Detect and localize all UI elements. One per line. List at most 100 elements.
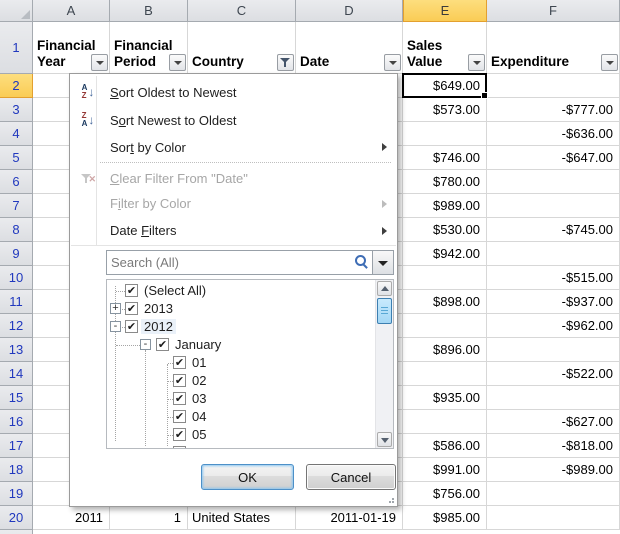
header-cell-financial-year[interactable]: Financial Year xyxy=(33,22,110,74)
column-header-d[interactable]: D xyxy=(296,0,403,22)
menu-item-date-filters[interactable]: Date Filters xyxy=(71,217,396,244)
tree-label-03[interactable]: 03 xyxy=(189,391,209,406)
row-header-2[interactable]: 2 xyxy=(0,74,33,98)
cell-f14[interactable]: -$522.00 xyxy=(487,362,620,386)
row-header-16[interactable]: 16 xyxy=(0,410,33,434)
cell-e10[interactable] xyxy=(403,266,487,290)
cell-f7[interactable] xyxy=(487,194,620,218)
cell-e11[interactable]: $898.00 xyxy=(403,290,487,314)
cell-e16[interactable] xyxy=(403,410,487,434)
cell-e3[interactable]: $573.00 xyxy=(403,98,487,122)
row-header-11[interactable]: 11 xyxy=(0,290,33,314)
row-header-19[interactable]: 19 xyxy=(0,482,33,506)
checkbox-06[interactable]: ✔ xyxy=(173,446,186,449)
checkbox-02[interactable]: ✔ xyxy=(173,374,186,387)
filter-button-expenditure[interactable] xyxy=(601,54,618,71)
checkbox-03[interactable]: ✔ xyxy=(173,392,186,405)
collapse-icon-2012[interactable]: - xyxy=(110,321,121,332)
search-dropdown-button[interactable] xyxy=(372,251,393,274)
column-header-b[interactable]: B xyxy=(110,0,188,22)
cell-e17[interactable]: $586.00 xyxy=(403,434,487,458)
header-cell-country[interactable]: Country xyxy=(188,22,296,74)
list-scrollbar[interactable] xyxy=(375,280,393,448)
menu-item-sort-newest-to-oldest[interactable]: ZA↓Sort Newest to Oldest xyxy=(71,106,396,134)
menu-item-sort-by-color[interactable]: Sort by Color xyxy=(71,134,396,160)
checkbox-05[interactable]: ✔ xyxy=(173,428,186,441)
cell-f2[interactable] xyxy=(487,74,620,98)
header-cell-financial-period[interactable]: Financial Period xyxy=(110,22,188,74)
row-header-9[interactable]: 9 xyxy=(0,242,33,266)
cell-f18[interactable]: -$989.00 xyxy=(487,458,620,482)
checkbox-select-all[interactable]: ✔ xyxy=(125,284,138,297)
row-header-12[interactable]: 12 xyxy=(0,314,33,338)
checkbox-2012[interactable]: ✔ xyxy=(125,320,138,333)
resize-grip[interactable] xyxy=(385,494,394,503)
row-header-15[interactable]: 15 xyxy=(0,386,33,410)
tree-label-2012[interactable]: 2012 xyxy=(141,319,176,334)
cell-b20[interactable]: 1 xyxy=(110,506,188,530)
header-cell-date[interactable]: Date xyxy=(296,22,403,74)
cell-f5[interactable]: -$647.00 xyxy=(487,146,620,170)
row-header-13[interactable]: 13 xyxy=(0,338,33,362)
scrollbar-thumb[interactable] xyxy=(377,298,392,324)
cell-f11[interactable]: -$937.00 xyxy=(487,290,620,314)
cell-f20[interactable] xyxy=(487,506,620,530)
row-header-17[interactable]: 17 xyxy=(0,434,33,458)
cell-e13[interactable]: $896.00 xyxy=(403,338,487,362)
tree-label-06[interactable]: 06 xyxy=(189,445,209,449)
cell-e18[interactable]: $991.00 xyxy=(403,458,487,482)
scroll-up-button[interactable] xyxy=(377,281,392,296)
cell-e4[interactable] xyxy=(403,122,487,146)
row-header-8[interactable]: 8 xyxy=(0,218,33,242)
cell-a20[interactable]: 2011 xyxy=(33,506,110,530)
cell-e12[interactable] xyxy=(403,314,487,338)
cell-e2[interactable]: $649.00 xyxy=(403,74,487,98)
row-header-4[interactable]: 4 xyxy=(0,122,33,146)
tree-label-02[interactable]: 02 xyxy=(189,373,209,388)
fill-handle[interactable] xyxy=(481,92,488,99)
row-header-14[interactable]: 14 xyxy=(0,362,33,386)
tree-label-2013[interactable]: 2013 xyxy=(141,301,176,316)
column-header-f[interactable]: F xyxy=(487,0,620,22)
cancel-button[interactable]: Cancel xyxy=(306,464,396,490)
column-header-c[interactable]: C xyxy=(188,0,296,22)
cell-f19[interactable] xyxy=(487,482,620,506)
cell-f13[interactable] xyxy=(487,338,620,362)
row-header-10[interactable]: 10 xyxy=(0,266,33,290)
menu-item-sort-oldest-to-newest[interactable]: AZ↓Sort Oldest to Newest xyxy=(71,78,396,106)
cell-e7[interactable]: $989.00 xyxy=(403,194,487,218)
row-header-20[interactable]: 20 xyxy=(0,506,33,530)
row-header-6[interactable]: 6 xyxy=(0,170,33,194)
cell-f16[interactable]: -$627.00 xyxy=(487,410,620,434)
cell-f6[interactable] xyxy=(487,170,620,194)
row-header-1[interactable]: 1 xyxy=(0,22,33,74)
checkbox-04[interactable]: ✔ xyxy=(173,410,186,423)
filter-button-country[interactable] xyxy=(277,54,294,71)
filter-button-financial-year[interactable] xyxy=(91,54,108,71)
cell-c20[interactable]: United States xyxy=(188,506,296,530)
cell-e20[interactable]: $985.00 xyxy=(403,506,487,530)
row-header-3[interactable]: 3 xyxy=(0,98,33,122)
ok-button[interactable]: OK xyxy=(201,464,294,490)
tree-label-04[interactable]: 04 xyxy=(189,409,209,424)
select-all-corner[interactable] xyxy=(0,0,33,22)
tree-label-05[interactable]: 05 xyxy=(189,427,209,442)
row-header-7[interactable]: 7 xyxy=(0,194,33,218)
cell-f17[interactable]: -$818.00 xyxy=(487,434,620,458)
expand-icon-2013[interactable]: + xyxy=(110,303,121,314)
cell-e15[interactable]: $935.00 xyxy=(403,386,487,410)
cell-d20[interactable]: 2011-01-19 xyxy=(296,506,403,530)
row-header-18[interactable]: 18 xyxy=(0,458,33,482)
tree-label-01[interactable]: 01 xyxy=(189,355,209,370)
tree-label-select-all[interactable]: (Select All) xyxy=(141,283,209,298)
cell-e9[interactable]: $942.00 xyxy=(403,242,487,266)
row-header-21[interactable] xyxy=(0,530,33,534)
cell-f4[interactable]: -$636.00 xyxy=(487,122,620,146)
cell-f8[interactable]: -$745.00 xyxy=(487,218,620,242)
row-header-5[interactable]: 5 xyxy=(0,146,33,170)
collapse-icon-january[interactable]: - xyxy=(140,339,151,350)
cell-e14[interactable] xyxy=(403,362,487,386)
scroll-down-button[interactable] xyxy=(377,432,392,447)
header-cell-expenditure[interactable]: Expenditure xyxy=(487,22,620,74)
filter-button-date[interactable] xyxy=(384,54,401,71)
